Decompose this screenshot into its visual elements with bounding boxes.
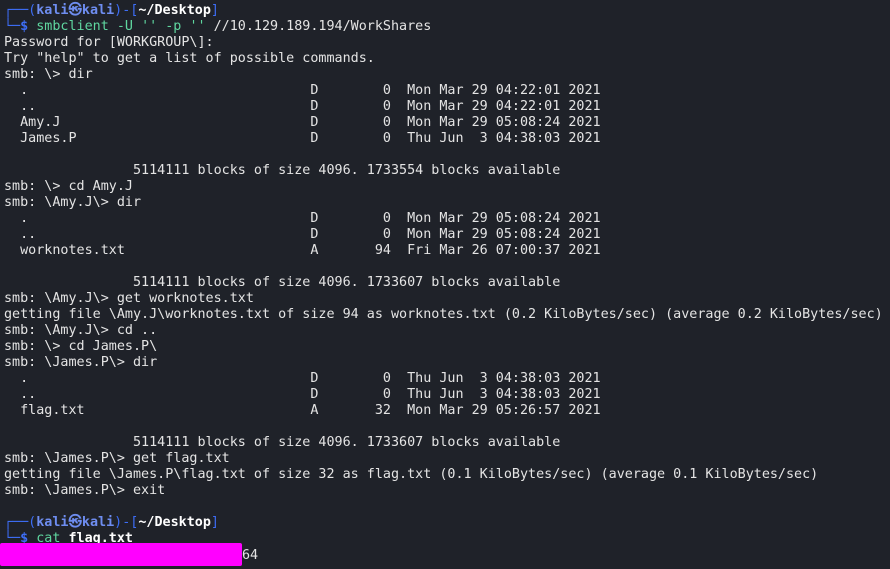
output-line: smb: \Amy.J\> cd .. [4, 323, 158, 338]
command-target: //10.129.189.194/WorkShares [213, 19, 432, 34]
prompt-user: kali [36, 515, 69, 530]
prompt-dollar: $ [20, 19, 29, 34]
prompt-host: kali [81, 515, 115, 530]
prompt-header: ┌──(kali㉿kali)-[~/Desktop] [4, 515, 219, 531]
dir-entry: flag.txt A 32 Mon Mar 29 05:26:57 2021 [4, 403, 601, 418]
prompt-box-top: ┌──( [4, 515, 37, 530]
dir-entry: .. D 0 Mon Mar 29 04:22:01 2021 [4, 99, 601, 114]
output-line: Try "help" to get a list of possible com… [4, 51, 375, 66]
prompt-at: ㉿ [68, 515, 82, 530]
output-line: 5114111 blocks of size 4096. 1733607 blo… [4, 275, 561, 290]
dir-entry: . D 0 Thu Jun 3 04:38:03 2021 [4, 371, 601, 386]
command-quote-user: '' [141, 19, 158, 34]
prompt-end: ] [210, 515, 219, 530]
prompt-path: ~/Desktop [138, 515, 211, 530]
output-line: smb: \James.P\> exit [4, 483, 166, 498]
output-line: smb: \> cd James.P\ [4, 339, 158, 354]
output-line: smb: \> dir [4, 67, 93, 82]
dir-entry: James.P D 0 Thu Jun 3 04:38:03 2021 [4, 131, 601, 146]
terminal-window[interactable]: ┌──(kali㉿kali)-[~/Desktop] └─$ smbclient… [0, 0, 890, 569]
command-flag-pass: -p [165, 19, 182, 34]
prompt-at: ㉿ [68, 3, 82, 18]
output-line: getting file \James.P\flag.txt of size 3… [4, 467, 819, 482]
output-line: smb: \Amy.J\> dir [4, 195, 142, 210]
dir-entry: .. D 0 Thu Jun 3 04:38:03 2021 [4, 387, 601, 402]
command-flag-user: -U [116, 19, 133, 34]
prompt-box-top: ┌──( [4, 3, 37, 18]
output-line: getting file \Amy.J\worknotes.txt of siz… [4, 307, 883, 322]
prompt-header: ┌──(kali㉿kali)-[~/Desktop] [4, 3, 219, 19]
dir-entry: Amy.J D 0 Mon Mar 29 05:08:24 2021 [4, 115, 601, 130]
prompt-mid: )-[ [114, 3, 139, 18]
output-line: smb: \> cd Amy.J [4, 179, 133, 194]
command-name: smbclient [36, 19, 109, 34]
output-line: 5114111 blocks of size 4096. 1733554 blo… [4, 163, 561, 178]
prompt-box-bottom: └─ [4, 19, 21, 34]
prompt-mid: )-[ [114, 515, 139, 530]
output-line: smb: \Amy.J\> get worknotes.txt [4, 291, 254, 306]
flag-tail-text: 64 [242, 548, 259, 563]
prompt-end: ] [210, 3, 219, 18]
command-quote-pass: '' [189, 19, 206, 34]
output-line: 5114111 blocks of size 4096. 1733607 blo… [4, 435, 561, 450]
dir-entry: worknotes.txt A 94 Fri Mar 26 07:00:37 2… [4, 243, 601, 258]
output-line: Password for [WORKGROUP\]: [4, 35, 214, 50]
dir-entry: . D 0 Mon Mar 29 04:22:01 2021 [4, 83, 601, 98]
prompt-user: kali [36, 3, 69, 18]
redaction-box [0, 543, 242, 566]
output-line: smb: \James.P\> dir [4, 355, 158, 370]
prompt-path: ~/Desktop [138, 3, 211, 18]
dir-entry: . D 0 Mon Mar 29 05:08:24 2021 [4, 211, 601, 226]
prompt-host: kali [81, 3, 115, 18]
dir-entry: .. D 0 Mon Mar 29 05:08:24 2021 [4, 227, 601, 242]
output-line: smb: \James.P\> get flag.txt [4, 451, 230, 466]
command-line[interactable]: └─$ smbclient -U '' -p '' //10.129.189.1… [4, 19, 431, 35]
